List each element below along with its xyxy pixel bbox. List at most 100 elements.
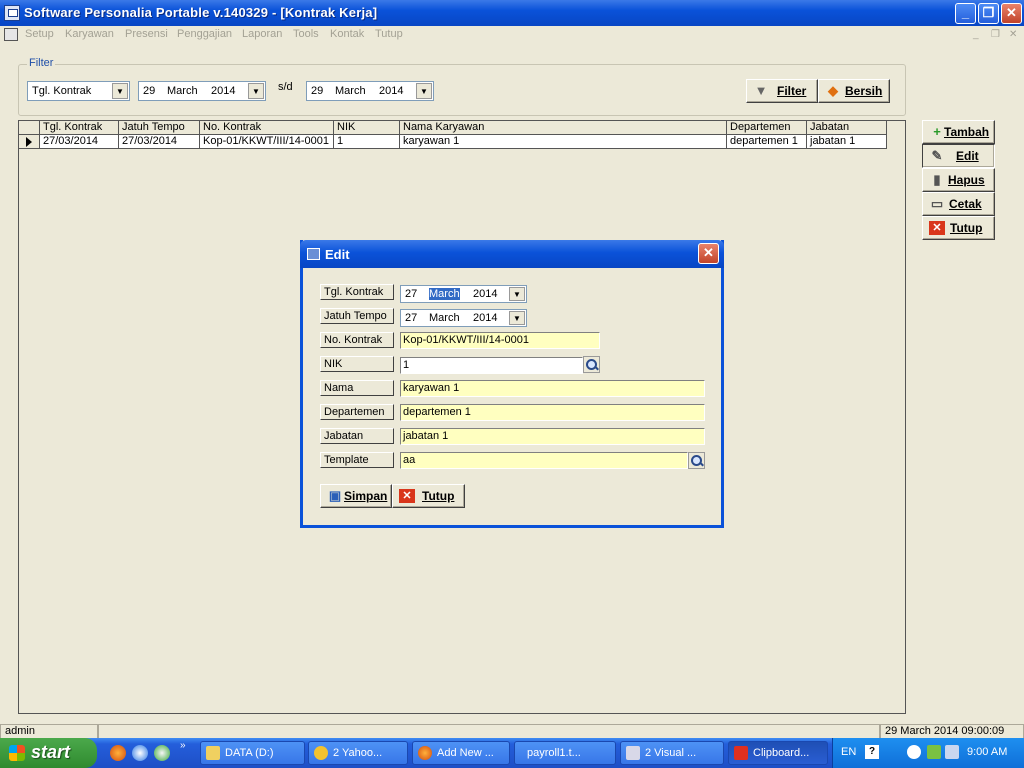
task-label: 2 Visual ... <box>645 747 697 759</box>
menu-presensi[interactable]: Presensi <box>125 28 168 40</box>
menu-tools[interactable]: Tools <box>293 28 319 40</box>
row-pointer-icon <box>19 135 40 149</box>
jabatan-field[interactable]: jabatan 1 <box>400 428 705 445</box>
folder-icon <box>206 746 220 760</box>
dialog-icon <box>307 248 320 260</box>
jatuh-tempo-label: Jatuh Tempo <box>320 308 394 324</box>
no-kontrak-field[interactable]: Kop-01/KKWT/III/14-0001 <box>400 332 600 349</box>
windows-logo-icon <box>9 745 25 761</box>
nik-search-icon[interactable] <box>583 356 600 373</box>
funnel-icon: ▼ <box>754 83 768 98</box>
save-button[interactable]: ▣ Simpan <box>320 484 392 508</box>
dialog-tutup-label: Tutup <box>422 489 455 503</box>
calendar-dropdown-icon[interactable]: ▼ <box>248 83 264 99</box>
language-indicator[interactable]: EN <box>841 746 856 758</box>
menu-setup[interactable]: Setup <box>25 28 54 40</box>
edit-button-label: Edit <box>956 149 979 163</box>
start-button[interactable]: start <box>0 738 97 768</box>
nama-field[interactable]: karyawan 1 <box>400 380 705 397</box>
tgl-kontrak-date[interactable]: 27 March 2014 ▼ <box>400 285 527 303</box>
firefox-icon[interactable] <box>110 745 126 761</box>
dialog-close-button[interactable]: ✕ <box>698 243 719 264</box>
calendar-dropdown-icon[interactable]: ▼ <box>416 83 432 99</box>
menu-laporan[interactable]: Laporan <box>242 28 282 40</box>
task-yahoo[interactable]: 2 Yahoo... <box>308 741 408 765</box>
task-data-drive[interactable]: DATA (D:) <box>200 741 305 765</box>
template-search-icon[interactable] <box>688 452 705 469</box>
close-form-button[interactable]: ✕ Tutup <box>922 216 995 240</box>
cell-tgl-kontrak[interactable]: 27/03/2014 <box>40 135 119 149</box>
menu-tutup[interactable]: Tutup <box>375 28 403 40</box>
no-kontrak-label: No. Kontrak <box>320 332 394 348</box>
filter-from-date[interactable]: 29 March 2014 ▼ <box>138 81 266 101</box>
mdi-restore-button[interactable]: ❐ <box>991 29 1000 40</box>
task-clipboard[interactable]: Clipboard... <box>728 741 828 765</box>
firefox-icon <box>418 746 432 760</box>
tray-arrow-icon[interactable] <box>907 745 921 759</box>
app-icon[interactable] <box>4 5 20 21</box>
cell-nama-karyawan[interactable]: karyawan 1 <box>400 135 727 149</box>
minimize-button[interactable]: _ <box>955 3 976 24</box>
filter-to-date[interactable]: 29 March 2014 ▼ <box>306 81 434 101</box>
task-add-new[interactable]: Add New ... <box>412 741 510 765</box>
mdi-close-button[interactable]: ✕ <box>1009 29 1017 40</box>
close-icon: ✕ <box>399 489 415 503</box>
departemen-field[interactable]: departemen 1 <box>400 404 705 421</box>
clear-button-label: Bersih <box>845 84 883 98</box>
restore-button[interactable]: ❐ <box>978 3 999 24</box>
table-row[interactable]: 27/03/2014 27/03/2014 Kop-01/KKWT/III/14… <box>19 135 887 149</box>
col-nama-karyawan[interactable]: Nama Karyawan <box>400 121 727 135</box>
col-nik[interactable]: NIK <box>334 121 400 135</box>
template-field[interactable]: aa <box>400 452 688 469</box>
cell-departemen[interactable]: departemen 1 <box>727 135 807 149</box>
from-year: 2014 <box>211 85 236 97</box>
chrome-icon[interactable] <box>132 745 148 761</box>
tray-app-icon[interactable] <box>945 745 959 759</box>
help-icon[interactable]: ? <box>865 745 879 759</box>
quicklaunch-icon[interactable] <box>154 745 170 761</box>
jatuh-tempo-date[interactable]: 27 March 2014 ▼ <box>400 309 527 327</box>
menu-karyawan[interactable]: Karyawan <box>65 28 114 40</box>
task-label: 2 Yahoo... <box>333 747 383 759</box>
task-payroll[interactable]: payroll1.t... <box>514 741 616 765</box>
close-form-button-label: Tutup <box>950 221 983 235</box>
filter-button[interactable]: ▼ Filter <box>746 79 818 103</box>
calendar-dropdown-icon[interactable]: ▼ <box>509 287 525 301</box>
clock[interactable]: 9:00 AM <box>967 746 1007 758</box>
close-window-button[interactable]: ✕ <box>1001 3 1022 24</box>
clear-button[interactable]: ◆ Bersih <box>818 79 890 103</box>
col-departemen[interactable]: Departemen <box>727 121 807 135</box>
dialog-titlebar[interactable]: Edit ✕ <box>300 240 724 268</box>
col-jabatan[interactable]: Jabatan <box>807 121 887 135</box>
col-jatuh-tempo[interactable]: Jatuh Tempo <box>119 121 200 135</box>
add-button[interactable]: + Tambah <box>922 120 995 144</box>
quicklaunch-more-icon[interactable]: » <box>180 740 186 751</box>
save-button-label: Simpan <box>344 489 388 503</box>
menu-penggajian[interactable]: Penggajian <box>177 28 232 40</box>
cell-nik[interactable]: 1 <box>334 135 400 149</box>
nik-field[interactable]: 1 <box>400 357 583 374</box>
cell-jabatan[interactable]: jabatan 1 <box>807 135 887 149</box>
date-range-separator: s/d <box>278 81 293 93</box>
edit-button[interactable]: ✎ Edit <box>922 144 995 168</box>
template-label: Template <box>320 452 394 468</box>
menu-kontak[interactable]: Kontak <box>330 28 364 40</box>
filter-field-select[interactable]: Tgl. Kontrak ▼ <box>27 81 130 101</box>
delete-button-label: Hapus <box>948 173 985 187</box>
cell-jatuh-tempo[interactable]: 27/03/2014 <box>119 135 200 149</box>
dialog-tutup-button[interactable]: ✕ Tutup <box>392 484 465 508</box>
dropdown-arrow-icon[interactable]: ▼ <box>112 83 128 99</box>
print-button[interactable]: ▭ Cetak <box>922 192 995 216</box>
calendar-dropdown-icon[interactable]: ▼ <box>509 311 525 325</box>
task-visual[interactable]: 2 Visual ... <box>620 741 724 765</box>
mdi-child-icon[interactable] <box>4 28 18 41</box>
network-icon[interactable] <box>927 745 941 759</box>
col-no-kontrak[interactable]: No. Kontrak <box>200 121 334 135</box>
delete-button[interactable]: ▮ Hapus <box>922 168 995 192</box>
mdi-minimize-button[interactable]: _ <box>973 29 979 40</box>
filter-group: Filter Tgl. Kontrak ▼ 29 March 2014 ▼ s/… <box>18 57 906 116</box>
floppy-disk-icon: ▣ <box>328 488 342 503</box>
col-tgl-kontrak[interactable]: Tgl. Kontrak <box>40 121 119 135</box>
cell-no-kontrak[interactable]: Kop-01/KKWT/III/14-0001 <box>200 135 334 149</box>
tgl-kontrak-month: March <box>429 288 460 300</box>
